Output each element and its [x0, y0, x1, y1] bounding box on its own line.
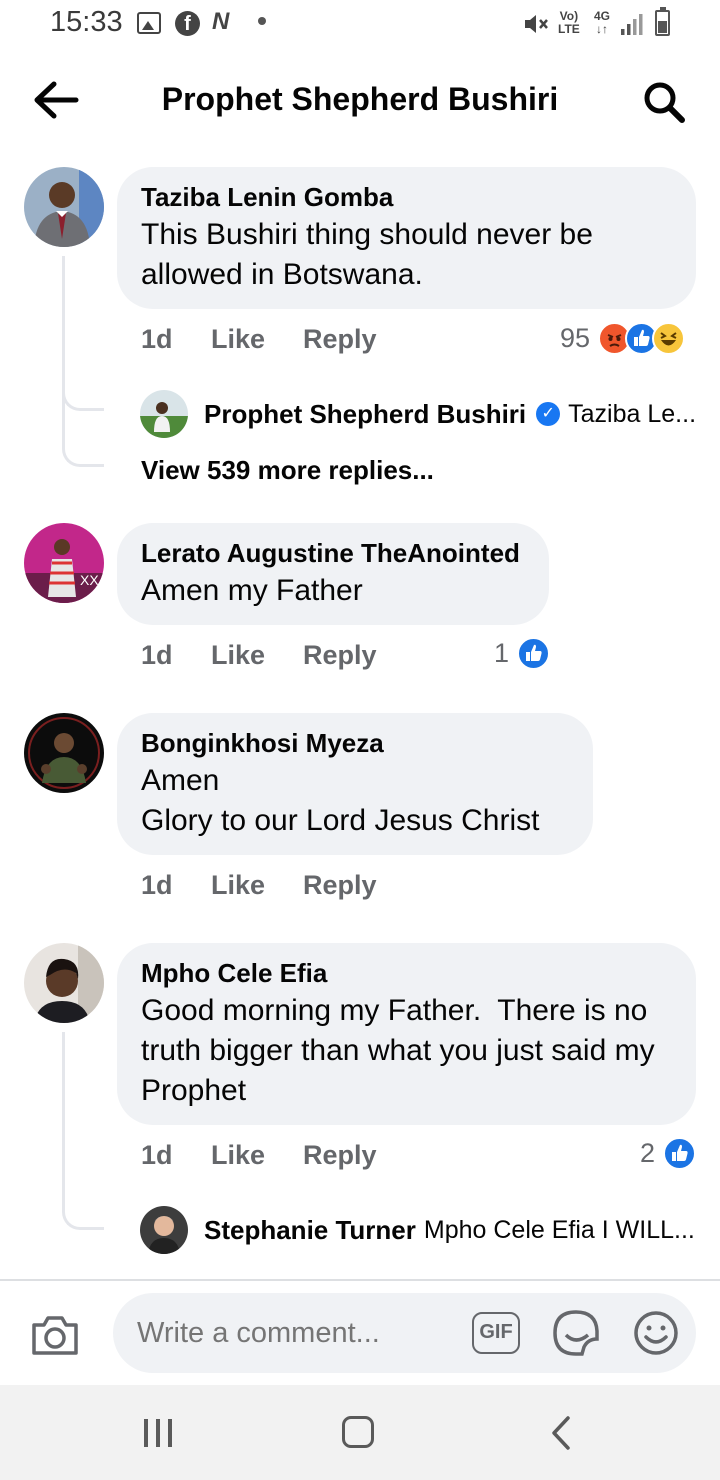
status-bar: 15:33 f N Vo) LTE 4G ↓↑ [0, 0, 720, 48]
reaction-count: 2 [640, 1138, 656, 1168]
network-arrows: ↓↑ [596, 22, 608, 36]
reply-text: Taziba Le... [568, 399, 697, 428]
reaction-summary[interactable]: 2 [640, 1137, 697, 1170]
like-reaction-icon [663, 1137, 697, 1170]
avatar[interactable] [24, 713, 104, 793]
recent-apps-button[interactable] [143, 1417, 173, 1454]
comment-time[interactable]: 1d [141, 640, 211, 671]
reply-author[interactable]: Prophet Shepherd Bushiri [204, 399, 526, 430]
facebook-notification-icon: f [175, 11, 200, 36]
like-button[interactable]: Like [211, 870, 303, 901]
reply-button[interactable]: Reply [303, 324, 377, 355]
reply-button[interactable]: Reply [303, 640, 377, 671]
avatar[interactable]: XX [24, 523, 104, 603]
comment-bubble[interactable]: Taziba Lenin Gomba This Bushiri thing sh… [117, 167, 696, 309]
comment-actions: 1d Like Reply [141, 640, 377, 671]
avatar[interactable] [24, 167, 104, 247]
comment-time[interactable]: 1d [141, 324, 211, 355]
android-nav-bar [0, 1385, 720, 1480]
emoji-icon [634, 1311, 678, 1355]
reply-preview[interactable]: Stephanie Turner Mpho Cele Efia I WILL..… [140, 1205, 700, 1255]
network-4g-icon: 4G ↓↑ [594, 10, 610, 36]
reply-button[interactable]: Reply [303, 870, 377, 901]
comment-bubble[interactable]: Mpho Cele Efia Good morning my Father. T… [117, 943, 696, 1125]
sticker-icon [553, 1310, 599, 1356]
nav-back-button[interactable] [550, 1415, 572, 1456]
like-button[interactable]: Like [211, 640, 303, 671]
emoji-button[interactable] [632, 1309, 680, 1362]
signal-icon [620, 12, 646, 41]
comment-time[interactable]: 1d [141, 870, 211, 901]
gallery-notification-icon [137, 12, 161, 34]
comment-actions: 1d Like Reply [141, 1140, 377, 1171]
haha-reaction-icon [652, 322, 686, 355]
comment-text: Amen my Father [141, 574, 363, 607]
recent-apps-icon [144, 1419, 172, 1447]
comment-bubble[interactable]: Bonginkhosi Myeza Amen Glory to our Lord… [117, 713, 593, 855]
reply-avatar[interactable] [140, 1206, 188, 1254]
comment-author[interactable]: Bonginkhosi Myeza [141, 727, 569, 759]
battery-icon [655, 7, 670, 36]
like-button[interactable]: Like [211, 1140, 303, 1171]
comment-author[interactable]: Taziba Lenin Gomba [141, 181, 672, 213]
reply-text: Mpho Cele Efia I WILL... [423, 1215, 695, 1244]
lte-label: LTE [558, 22, 580, 36]
home-button[interactable] [342, 1416, 374, 1448]
header: Prophet Shepherd Bushiri [0, 48, 720, 154]
comment-composer: GIF [0, 1279, 720, 1385]
view-more-replies-link[interactable]: View 539 more replies... [141, 455, 434, 486]
like-button[interactable]: Like [211, 324, 303, 355]
comment-bubble[interactable]: Lerato Augustine TheAnointed Amen my Fat… [117, 523, 549, 625]
more-notifications-dot-icon [258, 17, 266, 25]
avatar[interactable] [24, 943, 104, 1023]
verified-badge-icon: ✓ [536, 402, 561, 426]
comment-text-line: Glory to our Lord Jesus Christ [141, 804, 540, 837]
sticker-button[interactable] [552, 1309, 600, 1362]
comment-text: Good morning my Father. There is no trut… [141, 994, 663, 1107]
thread-line [62, 256, 104, 467]
comment-text-line: Amen [141, 764, 220, 797]
comment-actions: 1d Like Reply [141, 324, 377, 355]
mute-icon [523, 12, 549, 42]
reaction-summary[interactable]: 95 [560, 322, 686, 355]
reaction-summary[interactable]: 1 [494, 637, 551, 670]
thread-line [62, 1032, 104, 1230]
comment-author[interactable]: Lerato Augustine TheAnointed [141, 537, 525, 569]
gif-button[interactable]: GIF [472, 1312, 520, 1354]
reply-preview[interactable]: Prophet Shepherd Bushiri ✓ Taziba Le... [140, 389, 700, 439]
status-time: 15:33 [50, 6, 123, 38]
comment-time[interactable]: 1d [141, 1140, 211, 1171]
comment-text: This Bushiri thing should never be allow… [141, 218, 593, 291]
reply-author[interactable]: Stephanie Turner [204, 1215, 416, 1246]
chevron-left-icon [552, 1416, 570, 1450]
search-icon [644, 82, 685, 123]
page-title: Prophet Shepherd Bushiri [161, 81, 559, 117]
reply-button[interactable]: Reply [303, 1140, 377, 1171]
camera-button[interactable] [30, 1313, 80, 1362]
comment-author[interactable]: Mpho Cele Efia [141, 957, 672, 989]
volte-icon: Vo) LTE [558, 10, 580, 36]
news-notification-icon: N [212, 8, 230, 35]
like-reaction-icon [517, 637, 551, 670]
camera-icon [32, 1316, 78, 1355]
search-button[interactable] [640, 78, 688, 126]
reply-avatar[interactable] [140, 390, 188, 438]
comment-actions: 1d Like Reply [141, 870, 377, 901]
comment-input[interactable] [113, 1293, 696, 1373]
svg-text:XX: XX [80, 572, 99, 588]
reaction-count: 95 [560, 323, 591, 353]
reaction-count: 1 [494, 638, 510, 668]
